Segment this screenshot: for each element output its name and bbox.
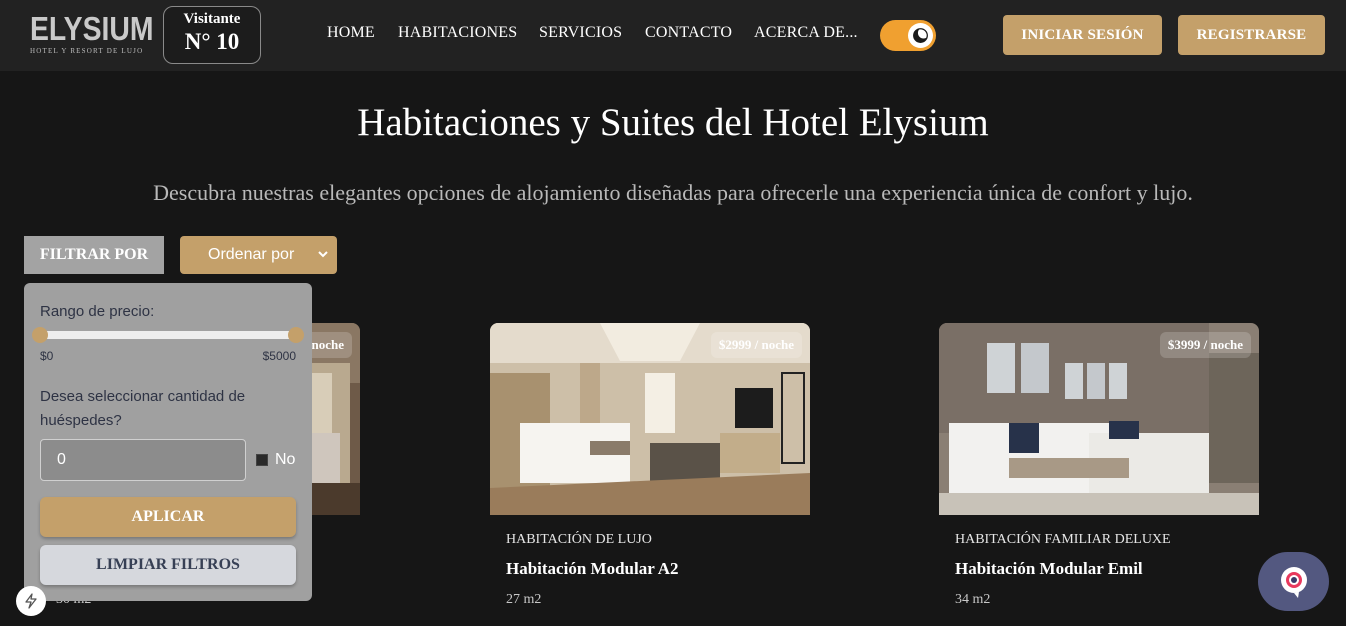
price-badge: $2999 / noche	[710, 332, 802, 358]
price-badge: $3999 / noche	[1159, 332, 1251, 358]
brand-logo[interactable]: ELYSIUM HOTEL Y RESORT DE LUJO	[30, 10, 154, 58]
chat-bot-icon	[1280, 566, 1307, 598]
room-type: HABITACIÓN DE LUJO	[506, 532, 652, 547]
chat-assistant-button[interactable]	[1258, 552, 1329, 611]
navbar: ELYSIUM HOTEL Y RESORT DE LUJO Visitante…	[0, 0, 1346, 71]
visitor-label: Visitante	[183, 11, 241, 27]
price-range-label: Rango de precio:	[40, 303, 155, 320]
theme-toggle[interactable]	[880, 20, 936, 51]
price-max-label: $5000	[262, 349, 296, 363]
filter-button[interactable]: FILTRAR POR	[24, 236, 164, 274]
sort-select-label: Ordenar por	[208, 246, 295, 263]
nav-link-contacto[interactable]: CONTACTO	[645, 24, 732, 42]
lightning-icon[interactable]	[16, 586, 46, 616]
room-name[interactable]: Habitación Modular A2	[506, 559, 679, 579]
brand-name: ELYSIUM	[30, 10, 154, 47]
login-button[interactable]: INICIAR SESIÓN	[1003, 15, 1162, 55]
theme-knob	[908, 23, 933, 48]
visitor-number: N° 10	[184, 29, 240, 54]
filter-panel: Rango de precio: $0 $5000 Desea seleccio…	[24, 283, 312, 601]
room-size: 27 m2	[506, 592, 542, 607]
room-image: $3999 / noche	[939, 323, 1259, 515]
room-card[interactable]: $2999 / noche HABITACIÓN DE LUJO Habitac…	[490, 323, 810, 607]
page-title: Habitaciones y Suites del Hotel Elysium	[357, 101, 989, 144]
no-guests-label: No	[275, 451, 296, 468]
page-subtitle: Descubra nuestras elegantes opciones de …	[153, 180, 1193, 205]
price-slider-max-handle[interactable]	[288, 327, 304, 343]
register-button[interactable]: REGISTRARSE	[1178, 15, 1325, 55]
guests-input[interactable]: 0	[40, 439, 246, 481]
moon-icon	[913, 27, 929, 43]
no-guests-checkbox[interactable]	[256, 454, 268, 466]
price-min-label: $0	[40, 349, 54, 363]
guests-question: Desea seleccionar cantidad de huéspedes?	[40, 388, 246, 429]
sort-select[interactable]: Ordenar por	[180, 236, 337, 274]
apply-button[interactable]: APLICAR	[40, 497, 296, 537]
room-image: $2999 / noche	[490, 323, 810, 515]
nav-link-home[interactable]: HOME	[327, 24, 375, 42]
chevron-down-icon	[318, 251, 328, 258]
clear-filters-button[interactable]: LIMPIAR FILTROS	[40, 545, 296, 585]
price-slider[interactable]	[32, 327, 304, 343]
room-card[interactable]: $3999 / noche HABITACIÓN FAMILIAR DELUXE…	[939, 323, 1259, 607]
price-slider-fill	[40, 331, 296, 339]
visitor-counter: Visitante N° 10	[163, 6, 261, 64]
room-type: HABITACIÓN FAMILIAR DELUXE	[955, 532, 1171, 547]
nav-link-habitaciones[interactable]: HABITACIONES	[398, 24, 517, 42]
nav-link-acerca[interactable]: ACERCA DE...	[754, 24, 858, 42]
nav-link-servicios[interactable]: SERVICIOS	[539, 24, 622, 42]
price-slider-min-handle[interactable]	[32, 327, 48, 343]
room-size: 34 m2	[955, 592, 991, 607]
brand-tagline: HOTEL Y RESORT DE LUJO	[30, 47, 144, 55]
room-name[interactable]: Habitación Modular Emil	[955, 559, 1143, 579]
